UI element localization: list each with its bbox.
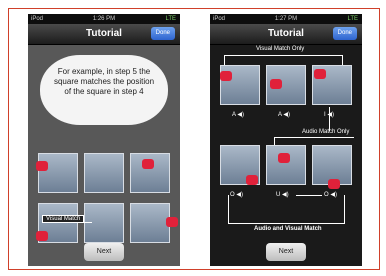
letter-label: O ◀) bbox=[230, 192, 243, 198]
tutorial-content: Visual Match Only A ◀) A ◀) I ◀) Audio M… bbox=[210, 45, 362, 266]
phone-screen-right: iPod 1:27 PM LTE Tutorial Done Visual Ma… bbox=[210, 14, 362, 266]
done-button[interactable]: Done bbox=[332, 27, 357, 40]
connector-line bbox=[342, 55, 343, 65]
grid-tile[interactable] bbox=[38, 153, 78, 193]
clock: 1:26 PM bbox=[92, 16, 116, 22]
letter-label: U ◀) bbox=[276, 192, 289, 198]
red-square-marker bbox=[166, 217, 178, 227]
visual-match-only-label: Visual Match Only bbox=[256, 46, 305, 52]
next-button[interactable]: Next bbox=[84, 243, 124, 261]
speaker-icon: ◀) bbox=[282, 192, 289, 198]
speaker-icon: ◀) bbox=[236, 192, 243, 198]
grid-tile[interactable] bbox=[130, 203, 170, 243]
letter-label: A ◀) bbox=[232, 112, 244, 118]
next-button[interactable]: Next bbox=[266, 243, 306, 261]
connector-line bbox=[329, 107, 330, 131]
connector-line bbox=[224, 55, 225, 65]
red-square-marker bbox=[220, 71, 232, 81]
grid-tile[interactable] bbox=[266, 145, 306, 185]
connector-line bbox=[296, 195, 322, 196]
red-square-marker bbox=[246, 175, 258, 185]
audio-match-only-label: Audio Match Only bbox=[302, 129, 350, 135]
red-square-marker bbox=[142, 159, 154, 169]
speech-cloud: For example, in step 5 the square matche… bbox=[40, 55, 168, 125]
red-square-marker bbox=[36, 161, 48, 171]
navigation-bar: Tutorial Done bbox=[28, 24, 180, 45]
done-button[interactable]: Done bbox=[150, 27, 175, 40]
connector-line bbox=[228, 195, 229, 223]
clock: 1:27 PM bbox=[274, 16, 298, 22]
connector-line bbox=[42, 222, 92, 223]
letter-label: A ◀) bbox=[278, 112, 290, 118]
battery-icon: LTE bbox=[347, 16, 358, 22]
red-square-marker bbox=[328, 179, 340, 189]
connector-line bbox=[344, 195, 345, 223]
status-bar: iPod 1:27 PM LTE bbox=[210, 14, 362, 24]
letter-label: O ◀) bbox=[324, 192, 337, 198]
cloud-text: For example, in step 5 the square matche… bbox=[53, 67, 155, 96]
grid-tile[interactable] bbox=[84, 153, 124, 193]
connector-line bbox=[228, 223, 345, 224]
speaker-icon: ◀) bbox=[330, 192, 337, 198]
red-square-marker bbox=[314, 69, 326, 79]
red-square-marker bbox=[270, 79, 282, 89]
red-square-marker bbox=[36, 231, 48, 241]
tutorial-content: For example, in step 5 the square matche… bbox=[28, 45, 180, 266]
battery-icon: LTE bbox=[165, 16, 176, 22]
speaker-icon: ◀) bbox=[283, 112, 290, 118]
connector-line bbox=[224, 55, 342, 56]
red-square-marker bbox=[278, 153, 290, 163]
status-bar: iPod 1:26 PM LTE bbox=[28, 14, 180, 24]
grid-tile[interactable] bbox=[84, 203, 124, 243]
phone-screen-left: iPod 1:26 PM LTE Tutorial Done For examp… bbox=[28, 14, 180, 266]
audio-visual-match-label: Audio and Visual Match bbox=[254, 226, 322, 232]
navigation-bar: Tutorial Done bbox=[210, 24, 362, 45]
speaker-icon: ◀) bbox=[237, 112, 244, 118]
connector-line bbox=[274, 137, 354, 138]
